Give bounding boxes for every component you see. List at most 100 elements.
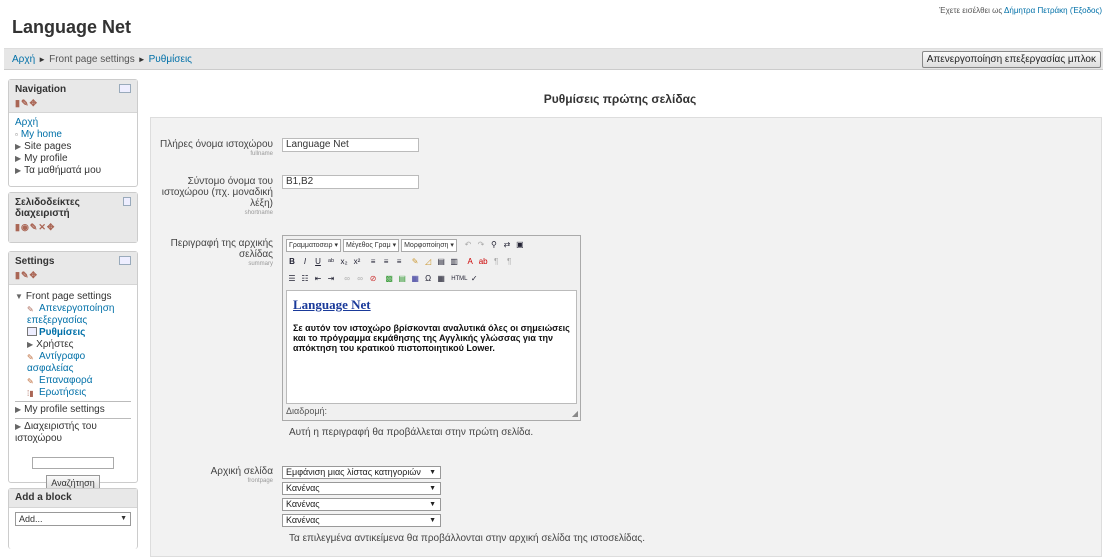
expand-icon: ▶: [27, 340, 34, 349]
editor-heading-link: Language Net: [293, 297, 371, 312]
settings-site-administration[interactable]: ▶ Διαχειριστής του ιστοχώρου: [15, 421, 131, 445]
settings-my-profile-settings[interactable]: ▶ My profile settings: [15, 404, 131, 416]
strikethrough-icon[interactable]: ᵃᵇ: [325, 256, 337, 268]
breadcrumb-front-page-settings[interactable]: Front page settings: [49, 54, 135, 65]
outdent-icon[interactable]: ⇤: [312, 273, 324, 285]
rtl-icon[interactable]: ¶: [503, 256, 515, 268]
logout-link[interactable]: (Έξοδος): [1070, 6, 1102, 15]
format-select[interactable]: Μορφοποίηση ▾: [401, 239, 457, 252]
font-family-select[interactable]: Γραμματοσειρ ▾: [286, 239, 342, 252]
settings-backup[interactable]: ✎ Αντίγραφο ασφαλείας: [27, 351, 131, 375]
shortname-input[interactable]: B1,B2: [282, 175, 419, 189]
settings-front-page-section[interactable]: ▼ Front page settings: [15, 291, 131, 303]
clean-up-icon[interactable]: ✎: [409, 256, 421, 268]
frontpage-label: Αρχική σελίδα frontpage: [210, 466, 273, 484]
add-block-title: Add a block: [9, 489, 137, 508]
background-color-icon[interactable]: ab: [477, 256, 489, 268]
add-block-select[interactable]: Add... ▼: [15, 512, 131, 526]
dock-icon[interactable]: [123, 197, 131, 206]
page-title: Ρυθμίσεις πρώτης σελίδας: [543, 92, 697, 106]
indent-icon[interactable]: ⇥: [325, 273, 337, 285]
block-controls-icon[interactable]: ▮✎✥: [15, 270, 131, 281]
editor-toolbar-row-2: B I Uᵃᵇ x₂ x² ≡ ≡ ≡ ✎ ◿ ▤ ▥ Aab ¶ ¶: [286, 256, 516, 271]
align-right-icon[interactable]: ≡: [393, 256, 405, 268]
breadcrumb-home[interactable]: Αρχή: [12, 54, 35, 65]
settings-turn-editing-off[interactable]: ✎ Απενεργοποίηση επεξεργασίας: [27, 303, 131, 327]
navigation-block-title: Navigation: [15, 84, 67, 95]
editor-path-bar: Διαδρομή:: [286, 406, 328, 416]
block-controls-icon[interactable]: ▮◉✎✕✥: [15, 222, 131, 233]
nav-item-site-pages[interactable]: ▶ Site pages: [15, 141, 131, 153]
equation-icon[interactable]: ▦: [409, 273, 421, 285]
align-center-icon[interactable]: ≡: [380, 256, 392, 268]
summary-label: Περιγραφή της αρχικής σελίδας summary: [170, 238, 273, 267]
text-color-icon[interactable]: A: [464, 256, 476, 268]
superscript-icon[interactable]: x²: [351, 256, 363, 268]
user-profile-link[interactable]: Δήμητρα Πετράκη: [1004, 6, 1068, 15]
settings-questions[interactable]: ⁞▮ Ερωτήσεις: [27, 387, 131, 399]
paste-word-icon[interactable]: ▥: [448, 256, 460, 268]
navigation-block-header: Navigation ▮✎✥: [9, 80, 137, 113]
turn-editing-off-button[interactable]: Απενεργοποίηση επεξεργασίας μπλοκ: [921, 51, 1101, 68]
editor-content-area[interactable]: Language Net Σε αυτόν τον ιστοχώρο βρίσκ…: [286, 290, 577, 404]
align-left-icon[interactable]: ≡: [367, 256, 379, 268]
nav-item-my-profile[interactable]: ▶ My profile: [15, 153, 131, 165]
bullet-icon: ▫: [15, 130, 18, 139]
numbered-list-icon[interactable]: ☷: [299, 273, 311, 285]
dock-icon[interactable]: [119, 84, 131, 93]
fullname-label: Πλήρες όνομα ιστοχώρου fullname: [160, 139, 273, 157]
frontpage-item-select-2[interactable]: Κανένας ▼: [282, 482, 441, 495]
paste-text-icon[interactable]: ▤: [435, 256, 447, 268]
breadcrumb-settings[interactable]: Ρυθμίσεις: [149, 54, 192, 65]
dock-icon[interactable]: [119, 256, 131, 265]
resize-handle-icon[interactable]: ◢: [572, 409, 578, 418]
settings-users[interactable]: ▶ Χρήστες: [27, 339, 131, 351]
bold-icon[interactable]: B: [286, 256, 298, 268]
ltr-icon[interactable]: ¶: [490, 256, 502, 268]
frontpage-item-select-4[interactable]: Κανένας ▼: [282, 514, 441, 527]
undo-icon[interactable]: ↶: [462, 239, 474, 251]
table-icon[interactable]: ▦: [435, 273, 447, 285]
frontpage-item-select-1[interactable]: Εμφάνιση μιας λίστας κατηγοριών ▼: [282, 466, 441, 479]
link-icon[interactable]: ∞: [341, 273, 353, 285]
collapse-icon: ▼: [15, 292, 23, 301]
replace-icon[interactable]: ⇄: [501, 239, 513, 251]
fullname-input[interactable]: Language Net: [282, 138, 419, 152]
italic-icon[interactable]: I: [299, 256, 311, 268]
nav-item-my-home[interactable]: ▫ My home: [15, 129, 131, 141]
breadcrumb: Αρχή ► Front page settings ► Ρυθμίσεις: [12, 54, 192, 65]
subscript-icon[interactable]: x₂: [338, 256, 350, 268]
html-source-icon[interactable]: HTML: [451, 273, 467, 285]
spellcheck-icon[interactable]: ✓: [468, 273, 480, 285]
nolink-icon[interactable]: ⊘: [367, 273, 379, 285]
navigation-tree: Αρχή ▫ My home ▶ Site pages ▶ My profile ▶ Τ…: [9, 113, 137, 181]
special-char-icon[interactable]: Ω: [422, 273, 434, 285]
frontpage-item-select-3[interactable]: Κανένας ▼: [282, 498, 441, 511]
editor-toolbar-row-1: Γραμματοσειρ ▾ Μέγεθος Γραμ ▾ Μορφοποίηση …: [286, 239, 527, 254]
redo-icon[interactable]: ↷: [475, 239, 487, 251]
admin-bookmarks-header: Σελιδοδείκτες διαχειριστή ▮◉✎✕✥: [9, 193, 137, 242]
nav-item-my-courses[interactable]: ▶ Τα μαθήματά μου: [15, 165, 131, 177]
site-title: Language Net: [12, 17, 132, 37]
underline-icon[interactable]: U: [312, 256, 324, 268]
fullscreen-icon[interactable]: ▣: [514, 239, 526, 251]
font-size-select[interactable]: Μέγεθος Γραμ ▾: [343, 239, 400, 252]
dropdown-arrow-icon: ▼: [429, 485, 436, 492]
bullet-list-icon[interactable]: ☰: [286, 273, 298, 285]
find-icon[interactable]: ⚲: [488, 239, 500, 251]
settings-restore[interactable]: ✎ Επαναφορά: [27, 375, 131, 387]
media-icon[interactable]: ▤: [396, 273, 408, 285]
admin-search-input[interactable]: [32, 457, 114, 469]
settings-block: Settings ▮✎✥ ▼ Front page settings ✎ Απενε…: [8, 251, 138, 491]
page-header: Language Net Έχετε εισέλθει ως Δήμητρα Π…: [0, 0, 1106, 46]
dropdown-arrow-icon: ▼: [429, 501, 436, 508]
eraser-icon[interactable]: ◿: [422, 256, 434, 268]
settings-settings[interactable]: Ρυθμίσεις: [27, 327, 131, 339]
frontpage-settings-form: Πλήρες όνομα ιστοχώρου fullname Language…: [150, 117, 1102, 557]
settings-block-title: Settings: [15, 256, 55, 267]
nav-home-link[interactable]: Αρχή: [15, 117, 131, 129]
unlink-icon[interactable]: ∞: [354, 273, 366, 285]
image-icon[interactable]: ▩: [383, 273, 395, 285]
breadcrumb-separator: ►: [137, 55, 146, 64]
block-controls-icon[interactable]: ▮✎✥: [15, 98, 131, 109]
